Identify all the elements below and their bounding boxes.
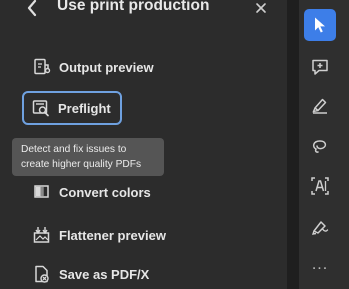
print-production-panel: Use print production Output preview Pref… bbox=[0, 0, 287, 289]
panel-divider bbox=[287, 0, 299, 289]
tool-item-label: Flattener preview bbox=[59, 227, 166, 243]
add-comment-button[interactable] bbox=[304, 51, 336, 83]
tool-item-output-preview[interactable]: Output preview bbox=[24, 51, 154, 83]
tool-item-flattener-preview[interactable]: Flattener preview bbox=[24, 219, 166, 251]
more-icon: ... bbox=[311, 256, 329, 273]
select-tool-button[interactable] bbox=[304, 9, 336, 41]
output-preview-icon bbox=[31, 56, 53, 78]
sign-button[interactable] bbox=[304, 211, 336, 243]
tool-item-label: Convert colors bbox=[59, 184, 151, 200]
flattener-preview-icon bbox=[31, 224, 53, 246]
chevron-left-icon bbox=[27, 0, 37, 17]
close-icon bbox=[256, 3, 266, 13]
back-button[interactable] bbox=[22, 0, 42, 20]
tool-item-save-as-pdfx[interactable]: Save as PDF/X bbox=[24, 258, 149, 289]
comment-add-icon bbox=[312, 59, 328, 75]
preflight-icon bbox=[30, 97, 52, 119]
draw-button[interactable] bbox=[304, 130, 336, 162]
app-root: Use print production Output preview Pref… bbox=[0, 0, 349, 289]
tooltip-line: create higher quality PDFs bbox=[21, 159, 142, 170]
quick-tools-toolbar: ... bbox=[299, 0, 349, 289]
tool-item-convert-colors[interactable]: Convert colors bbox=[24, 176, 151, 208]
panel-header: Use print production bbox=[0, 0, 287, 20]
convert-colors-icon bbox=[31, 181, 53, 203]
text-select-button[interactable] bbox=[304, 170, 336, 202]
preflight-tooltip: Detect and fix issues to create higher q… bbox=[12, 138, 164, 176]
highlight-button[interactable] bbox=[304, 89, 336, 121]
tool-item-label: Preflight bbox=[58, 100, 111, 116]
close-button[interactable] bbox=[251, 0, 271, 18]
freehand-lasso-icon bbox=[312, 140, 327, 153]
tool-item-label: Output preview bbox=[59, 59, 154, 75]
cursor-arrow-icon bbox=[315, 17, 325, 33]
text-box-icon bbox=[311, 177, 329, 195]
highlighter-icon bbox=[312, 98, 327, 114]
save-as-pdfx-icon bbox=[31, 263, 53, 285]
tool-item-label: Save as PDF/X bbox=[59, 266, 150, 282]
tooltip-line: Detect and fix issues to bbox=[21, 144, 127, 155]
pen-sign-icon bbox=[311, 221, 329, 235]
more-tools-button[interactable]: ... bbox=[304, 249, 336, 281]
tool-item-preflight[interactable]: Preflight bbox=[22, 91, 122, 125]
panel-title: Use print production bbox=[57, 0, 210, 14]
